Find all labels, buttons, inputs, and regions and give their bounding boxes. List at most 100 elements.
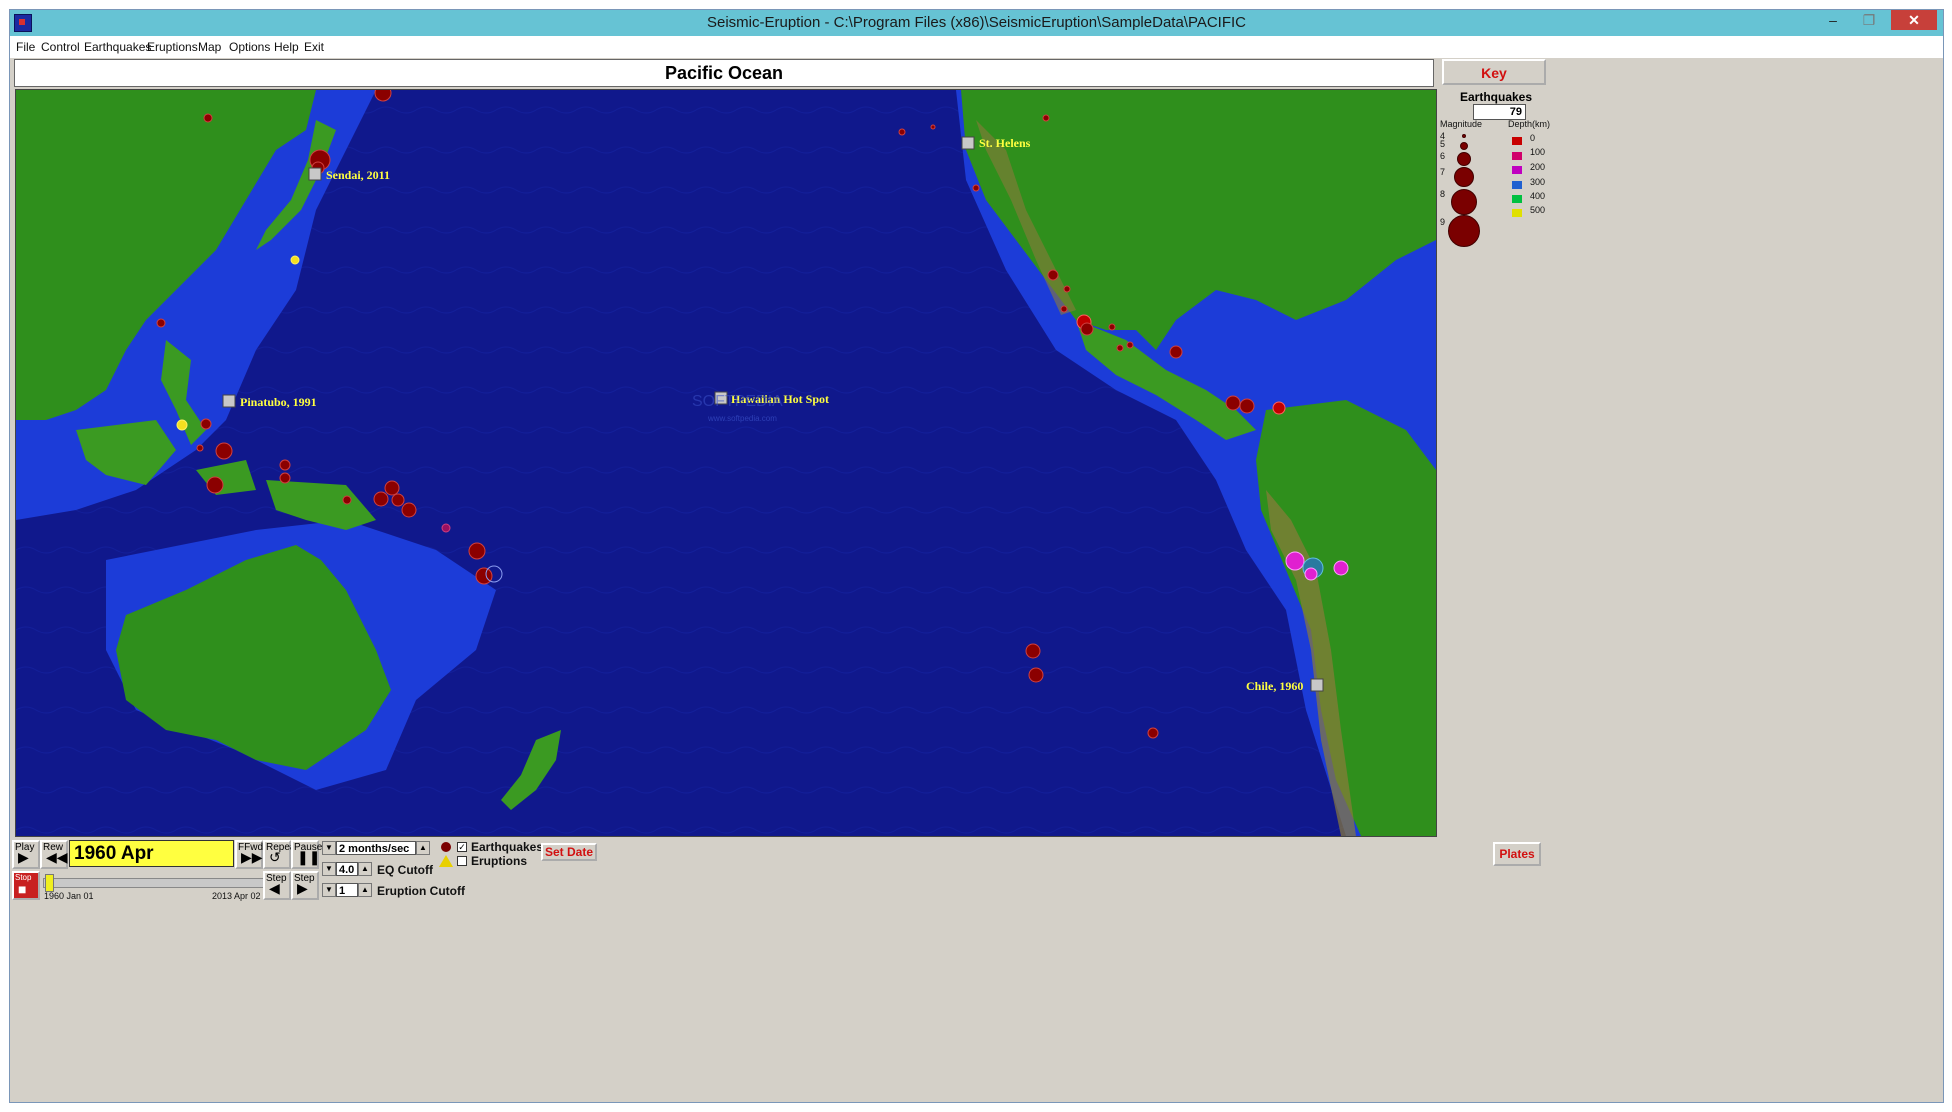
earthquake-marker[interactable]: [290, 255, 300, 265]
earthquake-marker[interactable]: [1225, 395, 1241, 411]
pacific-map[interactable]: Sendai, 2011 Pinatubo, 1991 Hawaiian Hot…: [16, 90, 1436, 836]
earthquake-marker[interactable]: [468, 542, 486, 560]
eq-cutoff-up-icon[interactable]: ▲: [358, 862, 372, 876]
step-forward-button[interactable]: Step ▶: [291, 871, 319, 900]
earthquake-marker[interactable]: [1063, 285, 1071, 293]
earthquake-marker[interactable]: [1116, 344, 1124, 352]
plates-button[interactable]: Plates: [1493, 842, 1541, 866]
site-st-helens[interactable]: St. Helens: [961, 136, 1031, 150]
earthquake-marker[interactable]: [475, 567, 493, 585]
earthquake-marker[interactable]: [215, 442, 233, 460]
earthquake-marker[interactable]: [1042, 114, 1050, 122]
fast-forward-button[interactable]: FFwd ▶▶: [235, 840, 263, 869]
depth-swatch: [1512, 181, 1522, 189]
eruptions-checkbox[interactable]: [457, 856, 467, 866]
speed-up-icon[interactable]: ▲: [416, 841, 430, 855]
site-chile[interactable]: Chile, 1960: [1246, 678, 1324, 693]
earthquake-marker[interactable]: [1060, 305, 1068, 313]
menu-control[interactable]: Control: [41, 40, 80, 54]
restore-button[interactable]: ❐: [1851, 10, 1887, 30]
stop-button[interactable]: Stop ■: [12, 871, 40, 900]
menu-file[interactable]: File: [16, 40, 35, 54]
earthquakes-checkbox[interactable]: ✓: [457, 842, 467, 852]
earthquake-marker[interactable]: [374, 90, 392, 102]
eq-cutoff-value: 4.0: [336, 862, 358, 876]
timeline-slider[interactable]: [43, 878, 265, 888]
set-date-button[interactable]: Set Date: [541, 843, 597, 861]
map-title: Pacific Ocean: [14, 59, 1434, 87]
watermark-url: www.softpedia.com: [707, 414, 777, 423]
timeline-thumb[interactable]: [45, 874, 55, 892]
eruption-cutoff-down-icon[interactable]: ▼: [322, 883, 336, 897]
earthquake-marker[interactable]: [342, 495, 352, 505]
earthquake-marker[interactable]: [200, 418, 212, 430]
earthquake-marker[interactable]: [1169, 345, 1183, 359]
menu-eruptions[interactable]: Eruptions: [147, 40, 198, 54]
earthquake-marker[interactable]: [373, 491, 389, 507]
site-marker-icon: [308, 167, 322, 181]
depth-value: 0: [1530, 133, 1536, 143]
earthquake-marker[interactable]: [1108, 323, 1116, 331]
timeline-start: 1960 Jan 01: [44, 891, 94, 901]
menu-help[interactable]: Help: [274, 40, 299, 54]
earthquake-marker[interactable]: [441, 523, 451, 533]
earthquake-marker[interactable]: [1126, 341, 1134, 349]
earthquake-marker[interactable]: [1285, 551, 1305, 571]
play-button[interactable]: Play ▶: [12, 840, 40, 869]
step-back-button[interactable]: Step ◀: [263, 871, 291, 900]
eq-cutoff-label: EQ Cutoff: [377, 863, 433, 877]
close-button[interactable]: ✕: [1891, 10, 1937, 30]
map-view[interactable]: Sendai, 2011 Pinatubo, 1991 Hawaiian Hot…: [15, 89, 1437, 837]
key-button[interactable]: Key: [1442, 59, 1546, 85]
pause-button[interactable]: Pause ❚❚: [291, 840, 322, 869]
depth-swatch: [1512, 195, 1522, 203]
earthquake-marker[interactable]: [972, 184, 980, 192]
earthquake-marker[interactable]: [203, 113, 213, 123]
earthquake-marker[interactable]: [279, 459, 291, 471]
site-sendai[interactable]: Sendai, 2011: [308, 167, 390, 182]
earthquake-marker[interactable]: [1333, 560, 1349, 576]
speed-down-icon[interactable]: ▼: [322, 841, 336, 855]
menu-exit[interactable]: Exit: [304, 40, 324, 54]
earthquake-count: 79: [1473, 104, 1526, 120]
minimize-button[interactable]: –: [1815, 10, 1851, 30]
menu-options[interactable]: Options: [229, 40, 270, 54]
magnitude-symbol: [1451, 189, 1477, 215]
eq-cutoff-down-icon[interactable]: ▼: [322, 862, 336, 876]
earthquake-marker[interactable]: [1272, 401, 1286, 415]
title-bar: Seismic-Eruption - C:\Program Files (x86…: [10, 10, 1943, 36]
eruption-cutoff-label: Eruption Cutoff: [377, 884, 465, 898]
earthquake-marker[interactable]: [898, 128, 906, 136]
site-marker-icon: [222, 394, 236, 408]
earthquake-marker[interactable]: [206, 476, 224, 494]
menu-map[interactable]: Map: [198, 40, 221, 54]
earthquake-marker[interactable]: [196, 444, 204, 452]
earthquake-marker[interactable]: [930, 124, 936, 130]
earthquake-marker[interactable]: [1025, 643, 1041, 659]
site-label: Pinatubo, 1991: [240, 395, 317, 409]
depth-value: 400: [1530, 191, 1546, 201]
repeat-button[interactable]: Repeat ↺: [263, 840, 298, 869]
earthquake-marker[interactable]: [391, 493, 405, 507]
earthquake-marker[interactable]: [384, 480, 400, 496]
earthquake-marker[interactable]: [1080, 322, 1094, 336]
earthquake-marker[interactable]: [176, 419, 188, 431]
eruption-cutoff-up-icon[interactable]: ▲: [358, 883, 372, 897]
earthquake-marker[interactable]: [1239, 398, 1255, 414]
earthquake-marker[interactable]: [1147, 727, 1159, 739]
earthquake-marker[interactable]: [279, 472, 291, 484]
earthquake-marker[interactable]: [1028, 667, 1044, 683]
earthquake-marker[interactable]: [1304, 567, 1318, 581]
magnitude-value: 5: [1440, 139, 1446, 149]
depth-value: 200: [1530, 162, 1546, 172]
window-title: Seismic-Eruption - C:\Program Files (x86…: [706, 14, 1247, 31]
rewind-button[interactable]: Rew ◀◀: [40, 840, 68, 869]
menu-earthquakes[interactable]: Earthquakes: [84, 40, 151, 54]
key-panel: Key Earthquakes 79 Magnitude Depth(km) 4…: [1440, 59, 1940, 829]
earthquake-marker[interactable]: [1047, 269, 1059, 281]
earthquake-marker[interactable]: [401, 502, 417, 518]
earthquake-marker[interactable]: [156, 318, 166, 328]
eruption-legend-icon: [439, 855, 453, 867]
site-label: Sendai, 2011: [326, 168, 390, 182]
magnitude-symbol: [1448, 215, 1480, 247]
